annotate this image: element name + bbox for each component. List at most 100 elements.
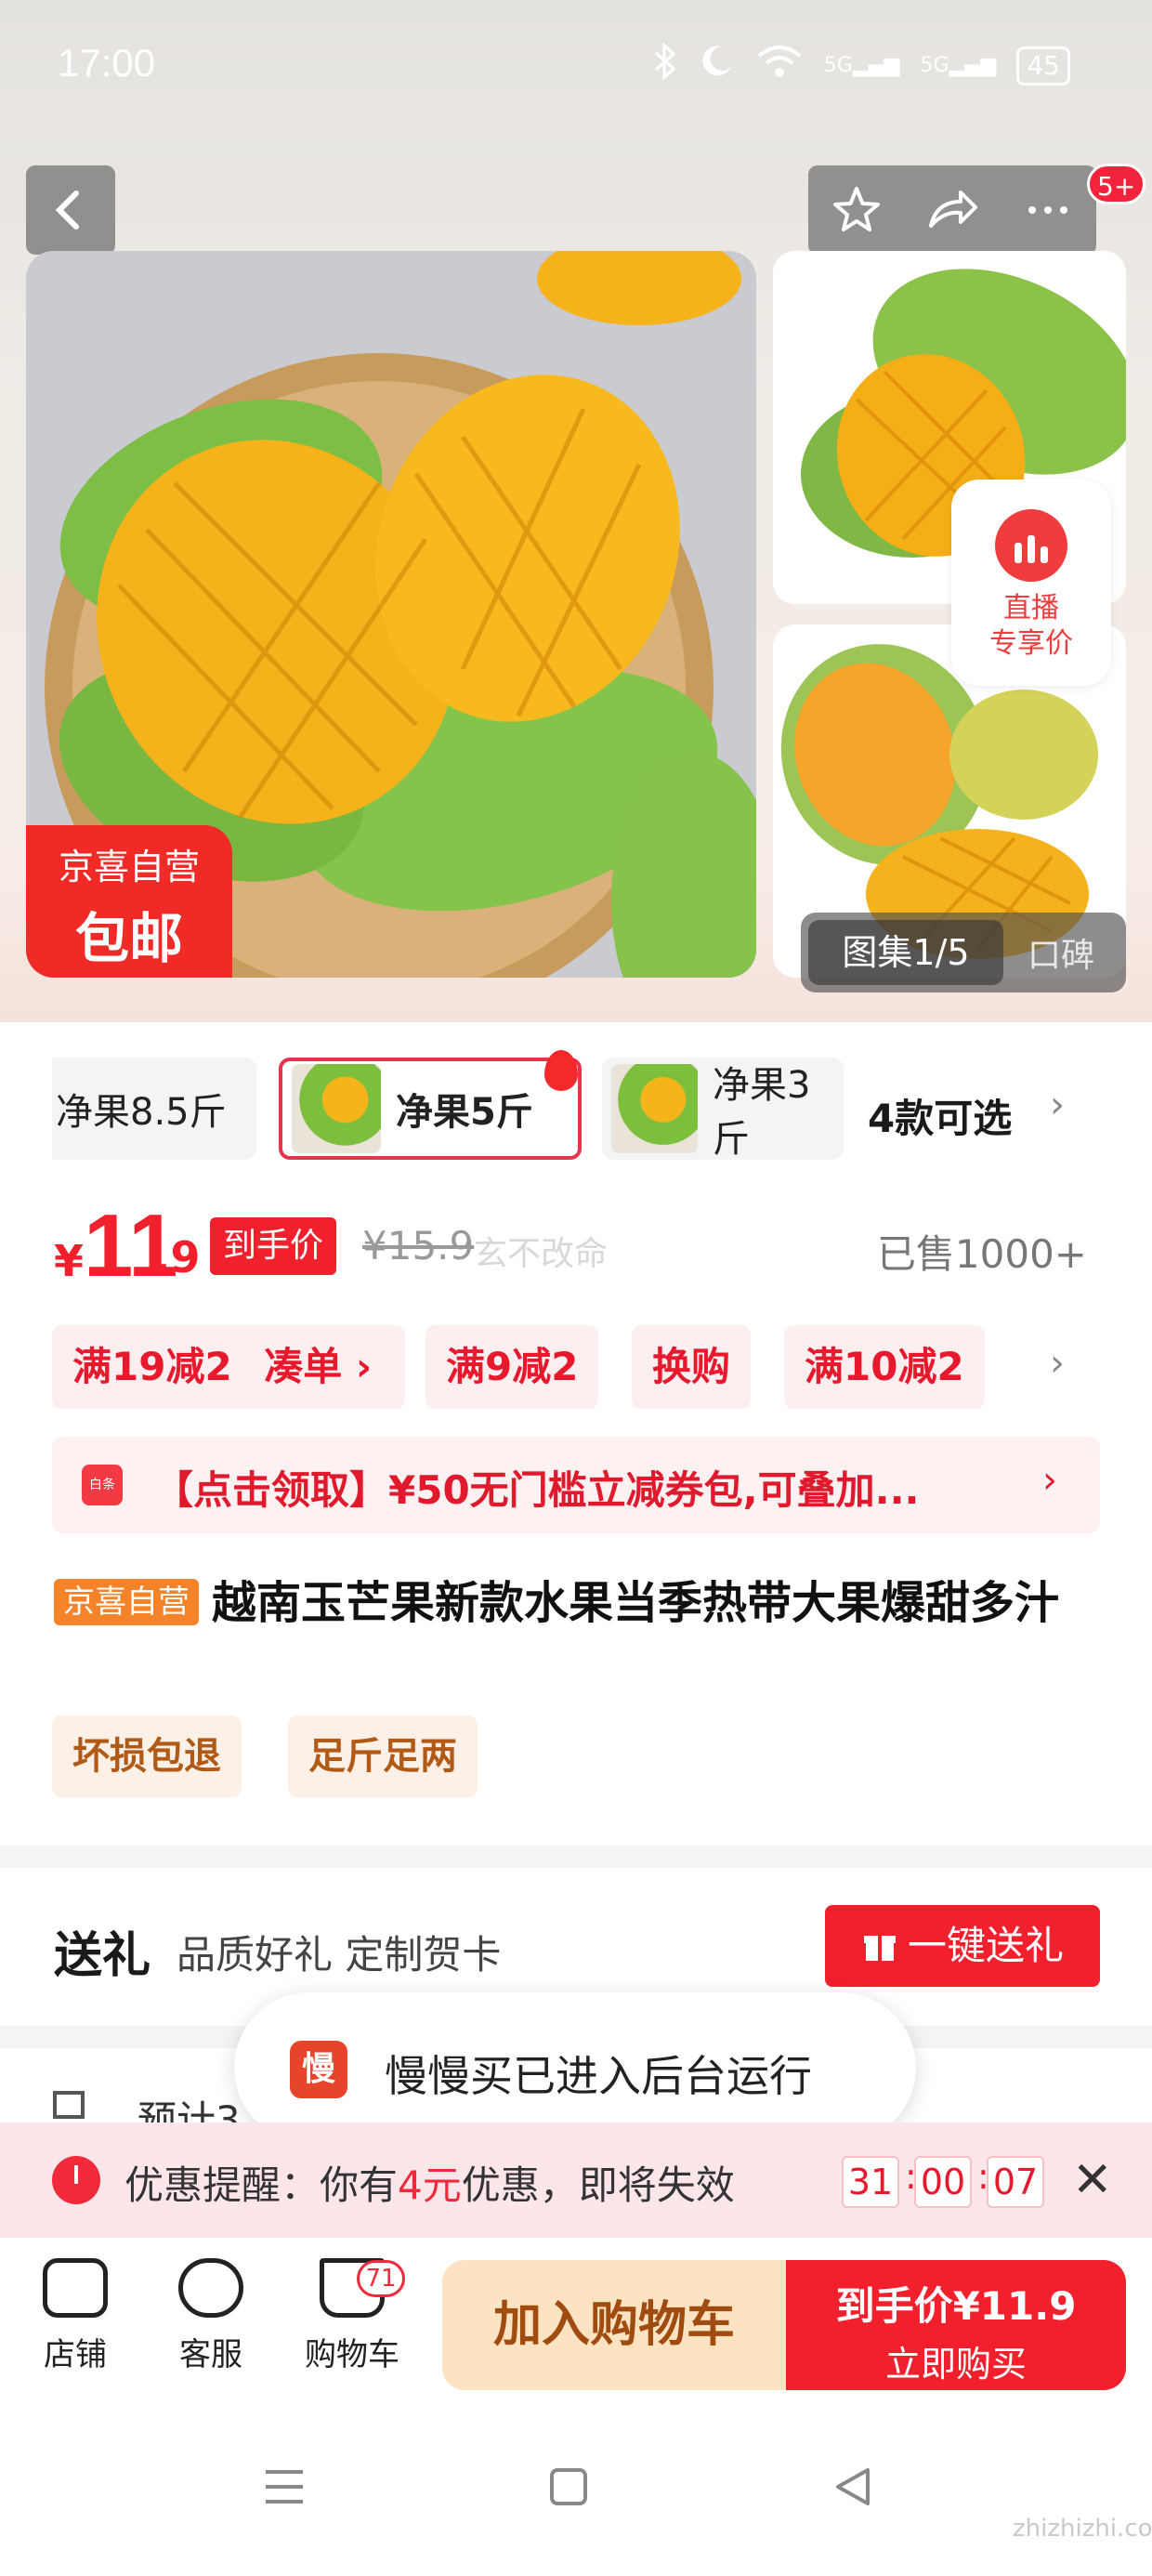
status-bar: 17:00 5G▂▄▆ 5G▂▄▆ 45	[0, 0, 1152, 139]
shop-button[interactable]: 店铺	[15, 2258, 136, 2374]
voucher-text: 【点击领取】¥50无门槛立减券包,可叠加...	[154, 1467, 920, 1513]
cart-label: 购物车	[305, 2336, 399, 2373]
battery-icon: 45	[1016, 46, 1070, 85]
customer-service-label: 客服	[179, 2336, 242, 2373]
coupon-label-combine[interactable]: 凑单 ›	[264, 1344, 372, 1389]
wifi-icon	[755, 43, 804, 88]
original-price: ¥15.9	[362, 1223, 475, 1268]
signal-5g-icon: 5G▂▄▆	[823, 54, 900, 77]
sku-label: 净果8.5斤	[56, 1091, 227, 1134]
countdown-seconds: 07	[987, 2156, 1044, 2208]
price-decimal: .9	[154, 1232, 201, 1282]
sold-count: 已售1000+	[876, 1231, 1087, 1277]
toast-text: 慢慢买已进入后台运行	[385, 2051, 812, 2101]
buy-now-label: 立即购买	[884, 2344, 1027, 2385]
reviews-label: 口碑	[1028, 937, 1095, 975]
reminder-prefix: 优惠提醒：你有	[124, 2162, 399, 2208]
chevron-right-icon[interactable]: ›	[1050, 1084, 1065, 1126]
sku-label: 净果3斤	[713, 1064, 811, 1160]
background-running-toast: 慢 慢慢买已进入后台运行	[234, 1992, 916, 2143]
coupon-tag-4[interactable]: 满10减2	[784, 1325, 985, 1409]
discount-reminder-bar: 优惠提醒：你有4元优惠，即将失效 31 : 00 : 07 ✕	[0, 2123, 1152, 2238]
chevron-right-icon[interactable]: ›	[1050, 1342, 1065, 1385]
free-shipping-tag: 京喜自营 包邮	[26, 825, 232, 978]
sku-option-2-selected[interactable]: 净果5斤	[279, 1058, 582, 1160]
system-navigation-bar	[0, 2405, 1152, 2576]
send-gift-button[interactable]: 一键送礼	[825, 1905, 1100, 1987]
countdown-minutes: 00	[914, 2156, 972, 2208]
live-bars-icon	[995, 509, 1067, 582]
store-icon	[43, 2258, 108, 2318]
live-label-1: 直播	[1003, 592, 1059, 624]
message-badge: 5+	[1087, 164, 1146, 204]
menu-icon[interactable]	[262, 2466, 307, 2507]
chevron-right-icon: ›	[1042, 1459, 1057, 1502]
service-tag-2[interactable]: 足斤足两	[288, 1715, 478, 1797]
back-triangle-icon[interactable]	[832, 2466, 873, 2507]
add-to-cart-button[interactable]: 加入购物车	[442, 2260, 786, 2390]
send-gift-label: 一键送礼	[907, 1923, 1064, 1968]
service-tag-1[interactable]: 坏损包退	[52, 1715, 242, 1797]
final-price-tag: 到手价	[210, 1217, 337, 1275]
star-favorite-icon[interactable]	[828, 181, 885, 239]
product-title: 京喜自营 越南玉芒果新款水果当季热带大果爆甜多汁	[54, 1571, 1094, 1636]
top-actions	[808, 165, 1096, 255]
buy-now-button[interactable]: 到手价¥11.9 立即购买	[786, 2260, 1126, 2390]
shop-label: 店铺	[44, 2336, 107, 2373]
gift-icon	[863, 1936, 896, 1961]
coupon-label: 满19减2	[72, 1344, 232, 1389]
reminder-amount: 4元	[398, 2162, 462, 2208]
more-icon[interactable]	[1019, 181, 1077, 239]
ship-tag-line2: 包邮	[74, 907, 183, 970]
sku-thumbnail	[292, 1064, 381, 1153]
customer-service-button[interactable]: 客服	[151, 2258, 271, 2374]
coupon-tag-3[interactable]: 换购	[632, 1325, 752, 1409]
chat-smile-icon	[178, 2258, 243, 2318]
signal-5g-icon-2: 5G▂▄▆	[920, 54, 997, 77]
price-row: ¥ 11 .9 到手价 ¥15.9 玄不改命 已售1000+	[0, 1196, 1152, 1301]
back-button[interactable]	[26, 165, 115, 255]
clock-alert-icon	[52, 2156, 100, 2204]
sku-count[interactable]: 4款可选	[868, 1087, 1012, 1144]
reminder-suffix: 优惠，即将失效	[461, 2162, 735, 2208]
bottom-action-bar: 店铺 客服 购物车 71 加入购物车 到手价¥11.9 立即购买	[0, 2238, 1152, 2405]
reminder-text: 优惠提醒：你有4元优惠，即将失效	[124, 2154, 735, 2211]
baitiao-icon: 白条	[82, 1465, 123, 1505]
live-price-badge[interactable]: 直播 专享价	[951, 480, 1111, 686]
buy-now-price: 到手价¥11.9	[835, 2283, 1077, 2329]
bluetooth-icon	[653, 42, 677, 88]
voucher-banner[interactable]: 白条 【点击领取】¥50无门槛立减券包,可叠加... ›	[52, 1437, 1100, 1533]
price-currency: ¥	[54, 1236, 85, 1286]
sku-thumbnail	[611, 1064, 699, 1153]
home-square-icon[interactable]	[548, 2466, 589, 2507]
gallery-switch[interactable]: 图集1/5 口碑	[801, 913, 1126, 992]
coupon-tag-2[interactable]: 满9减2	[425, 1325, 599, 1409]
live-label-2: 专享价	[989, 627, 1073, 660]
gallery-counter[interactable]: 图集1/5	[808, 920, 1003, 985]
sku-option-1[interactable]: 净果8.5斤	[52, 1058, 256, 1160]
sku-option-3[interactable]: 净果3斤	[602, 1058, 844, 1160]
status-time: 17:00	[58, 41, 156, 85]
share-icon[interactable]	[923, 181, 981, 239]
back-arrow-icon	[55, 191, 79, 230]
product-title-text: 越南玉芒果新款水果当季热带大果爆甜多汁	[212, 1577, 1060, 1629]
reviews-tab[interactable]: 口碑	[1028, 928, 1094, 977]
brand-badge: 京喜自营	[54, 1579, 199, 1625]
product-hero: 17:00 5G▂▄▆ 5G▂▄▆ 45 5+ 京喜自营 包邮 直播 专享价 图…	[0, 0, 1152, 1022]
moon-icon	[698, 43, 735, 88]
gift-subtitle: 品质好礼 定制贺卡	[177, 1932, 502, 1978]
cart-count-badge: 71	[357, 2260, 405, 2297]
gift-title: 送礼	[54, 1928, 151, 1984]
coupon-tag-1[interactable]: 满19减2 凑单 ›	[52, 1325, 405, 1409]
status-icons: 5G▂▄▆ 5G▂▄▆ 45	[653, 42, 1070, 88]
close-icon[interactable]: ✕	[1072, 2152, 1113, 2208]
sku-label: 净果5斤	[396, 1091, 533, 1134]
sku-selector: 净果8.5斤 净果5斤 净果3斤 4款可选 ›	[0, 1050, 1152, 1171]
coupon-row: 满19减2 凑单 › 满9减2 换购 满10减2 ›	[0, 1325, 1152, 1413]
ship-tag-line1: 京喜自营	[58, 847, 200, 887]
price-watermark: 玄不改命	[474, 1235, 609, 1273]
manmanmai-app-icon: 慢	[290, 2041, 347, 2098]
countdown-hours: 31	[842, 2156, 899, 2208]
site-watermark: zhizhizhi.com	[1013, 2515, 1152, 2543]
section-divider	[0, 1846, 1152, 1868]
